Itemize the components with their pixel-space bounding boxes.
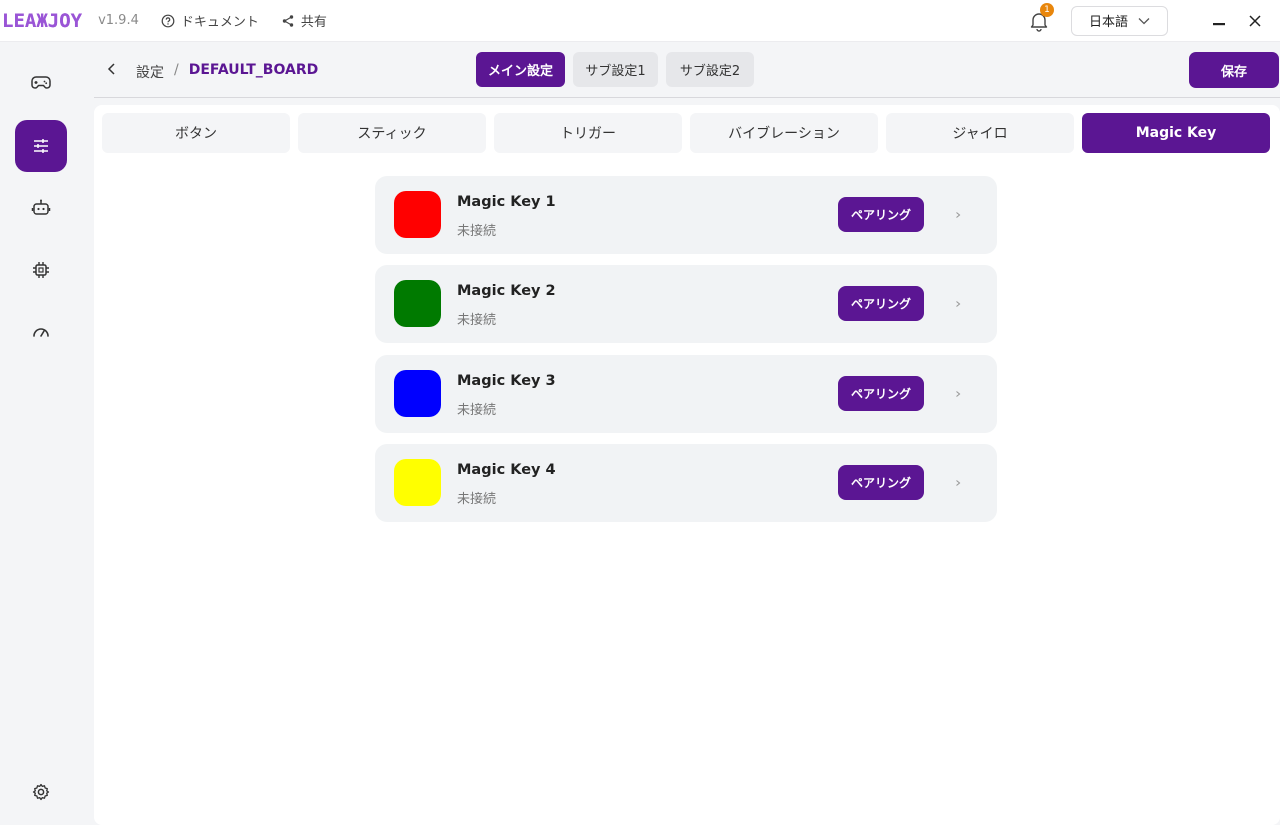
sidebar-item-settings-sliders[interactable]	[15, 120, 67, 172]
title-bar: LEAЖJOY v1.9.4 ドキュメント 共有 1 日本語	[0, 0, 1280, 42]
magic-key-status: 未接続	[457, 313, 497, 328]
tab-magic-key[interactable]: Magic Key	[1082, 113, 1270, 153]
close-icon	[1249, 14, 1261, 27]
language-select[interactable]: 日本語	[1071, 5, 1168, 36]
magic-key-color-swatch	[394, 280, 441, 327]
magic-key-card[interactable]: Magic Key 4 未接続 ペアリング	[375, 444, 997, 522]
docs-link[interactable]: ドキュメント	[161, 11, 259, 30]
breadcrumb: 設定 / DEFAULT_BOARD	[136, 62, 318, 82]
segment-main-settings[interactable]: メイン設定	[476, 52, 565, 87]
header-row: 設定 / DEFAULT_BOARD メイン設定 サブ設定1 サブ設定2 保存	[86, 43, 1280, 97]
notification-button[interactable]: 1	[1027, 2, 1054, 33]
main-area: 設定 / DEFAULT_BOARD メイン設定 サブ設定1 サブ設定2 保存 …	[86, 43, 1280, 825]
notification-badge: 1	[1040, 2, 1054, 17]
pairing-button[interactable]: ペアリング	[838, 197, 924, 232]
magic-key-name: Magic Key 3	[457, 373, 556, 389]
chevron-down-icon	[1138, 17, 1150, 24]
app-logo: LEAЖJOY	[2, 9, 83, 32]
pairing-button[interactable]: ペアリング	[838, 465, 924, 500]
minimize-button[interactable]	[1204, 6, 1234, 36]
chevron-right-icon[interactable]	[953, 209, 963, 221]
magic-key-status: 未接続	[457, 492, 497, 507]
app-version: v1.9.4	[98, 13, 139, 28]
header-divider	[94, 97, 1280, 98]
segment-sub-settings-1[interactable]: サブ設定1	[573, 52, 658, 87]
pairing-button[interactable]: ペアリング	[838, 286, 924, 321]
breadcrumb-parent[interactable]: 設定	[136, 62, 164, 82]
robot-icon	[31, 199, 51, 215]
magic-key-status: 未接続	[457, 403, 497, 418]
magic-key-card[interactable]: Magic Key 3 未接続 ペアリング	[375, 355, 997, 433]
chevron-right-icon[interactable]	[953, 388, 963, 400]
sidebar-item-controller[interactable]	[15, 57, 67, 109]
breadcrumb-separator: /	[174, 62, 179, 78]
tab-vibration[interactable]: バイブレーション	[690, 113, 878, 153]
chevron-left-icon	[107, 63, 115, 75]
tab-gyro[interactable]: ジャイロ	[886, 113, 1074, 153]
magic-key-card[interactable]: Magic Key 1 未接続 ペアリング	[375, 176, 997, 254]
magic-key-name: Magic Key 2	[457, 283, 556, 299]
chevron-right-icon[interactable]	[953, 298, 963, 310]
magic-key-name: Magic Key 1	[457, 194, 556, 210]
tab-buttons[interactable]: ボタン	[102, 113, 290, 153]
chevron-right-icon[interactable]	[953, 477, 963, 489]
chip-icon	[33, 262, 49, 278]
magic-key-color-swatch	[394, 191, 441, 238]
sidebar-item-gauge[interactable]	[15, 306, 67, 358]
sidebar-item-app-settings[interactable]	[15, 766, 67, 818]
docs-label: ドキュメント	[180, 15, 259, 30]
magic-key-status: 未接続	[457, 224, 497, 239]
magic-key-name: Magic Key 4	[457, 462, 556, 478]
magic-key-color-swatch	[394, 459, 441, 506]
back-button[interactable]	[104, 61, 120, 77]
gamepad-icon	[31, 76, 51, 89]
pairing-button[interactable]: ペアリング	[838, 376, 924, 411]
tab-stick[interactable]: スティック	[298, 113, 486, 153]
share-icon	[282, 14, 294, 27]
language-value: 日本語	[1088, 15, 1128, 30]
gauge-icon	[33, 328, 49, 337]
share-label: 共有	[300, 15, 327, 30]
content-panel: ボタン スティック トリガー バイブレーション ジャイロ Magic Key M…	[94, 105, 1280, 825]
save-button[interactable]: 保存	[1189, 52, 1279, 88]
help-icon	[161, 14, 175, 27]
breadcrumb-current: DEFAULT_BOARD	[188, 62, 319, 78]
sidebar	[0, 43, 86, 825]
gear-icon	[32, 783, 50, 801]
sliders-icon	[34, 139, 48, 153]
magic-key-card[interactable]: Magic Key 2 未接続 ペアリング	[375, 265, 997, 343]
sidebar-item-robot[interactable]	[15, 182, 67, 234]
magic-key-color-swatch	[394, 370, 441, 417]
share-link[interactable]: 共有	[281, 11, 327, 30]
tab-trigger[interactable]: トリガー	[494, 113, 682, 153]
segment-sub-settings-2[interactable]: サブ設定2	[666, 52, 754, 87]
minimize-icon	[1213, 22, 1225, 25]
close-button[interactable]	[1240, 6, 1270, 36]
sidebar-item-chip[interactable]	[15, 244, 67, 296]
